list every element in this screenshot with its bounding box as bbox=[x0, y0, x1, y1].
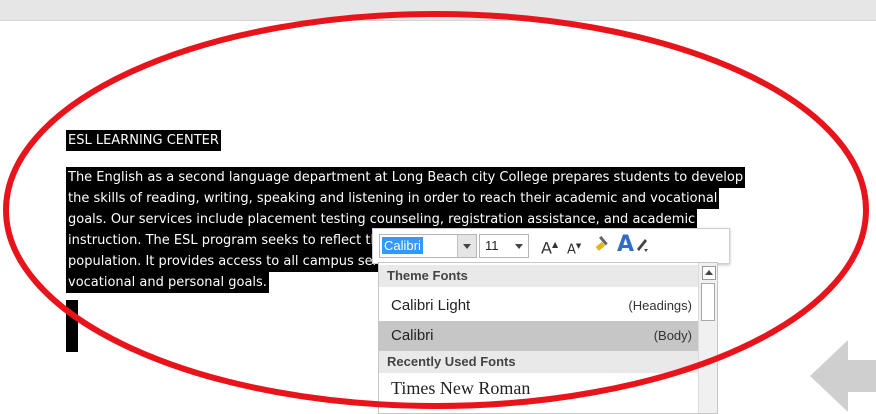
font-option-calibri-light[interactable]: Calibri Light (Headings) bbox=[379, 291, 698, 321]
recent-fonts-header: Recently Used Fonts bbox=[379, 351, 698, 373]
font-option-role: (Headings) bbox=[628, 298, 692, 313]
scroll-up-button[interactable] bbox=[702, 266, 716, 280]
font-name-value[interactable]: Calibri bbox=[382, 237, 423, 254]
font-option-calibri[interactable]: Calibri (Body) bbox=[379, 321, 698, 351]
grow-font-button[interactable]: A▲ bbox=[541, 233, 558, 257]
window-top-bar bbox=[0, 0, 876, 21]
doc-heading[interactable]: ESL LEARNING CENTER bbox=[66, 130, 221, 151]
font-size-combobox[interactable]: 11 bbox=[479, 234, 529, 258]
font-color-dropdown-icon[interactable] bbox=[635, 235, 649, 259]
paragraph-line[interactable]: the skills of reading, writing, speaking… bbox=[66, 188, 720, 209]
empty-paragraph-selection[interactable] bbox=[66, 300, 78, 352]
arrow-left-icon bbox=[810, 340, 876, 412]
paragraph-line[interactable]: goals. Our services include placement te… bbox=[66, 209, 698, 230]
theme-fonts-header: Theme Fonts bbox=[379, 265, 698, 287]
font-size-value[interactable]: 11 bbox=[485, 237, 499, 254]
font-color-button[interactable]: A bbox=[617, 233, 634, 257]
font-option-role: (Body) bbox=[653, 328, 692, 343]
font-option-name: Calibri bbox=[391, 327, 434, 344]
paragraph-line[interactable]: vocational and personal goals. bbox=[66, 272, 269, 293]
shrink-font-button[interactable]: A▼ bbox=[567, 233, 581, 257]
font-list-scrollbar[interactable] bbox=[698, 263, 717, 413]
paragraph-line[interactable]: The English as a second language departm… bbox=[66, 167, 746, 188]
font-option-name: Times New Roman bbox=[391, 378, 531, 398]
font-option-name: Calibri Light bbox=[391, 297, 471, 314]
font-name-dropdown-button[interactable] bbox=[457, 235, 476, 257]
mini-toolbar: Calibri 11 A▲ A▼ A bbox=[372, 228, 730, 264]
font-option-times-new-roman[interactable]: Times New Roman bbox=[379, 375, 698, 405]
font-dropdown-list[interactable]: Theme Fonts Calibri Light (Headings) Cal… bbox=[378, 262, 718, 414]
format-painter-icon[interactable] bbox=[593, 233, 613, 257]
scroll-thumb[interactable] bbox=[701, 283, 715, 321]
font-name-combobox[interactable]: Calibri bbox=[379, 234, 477, 258]
font-size-dropdown-button[interactable] bbox=[510, 235, 528, 257]
